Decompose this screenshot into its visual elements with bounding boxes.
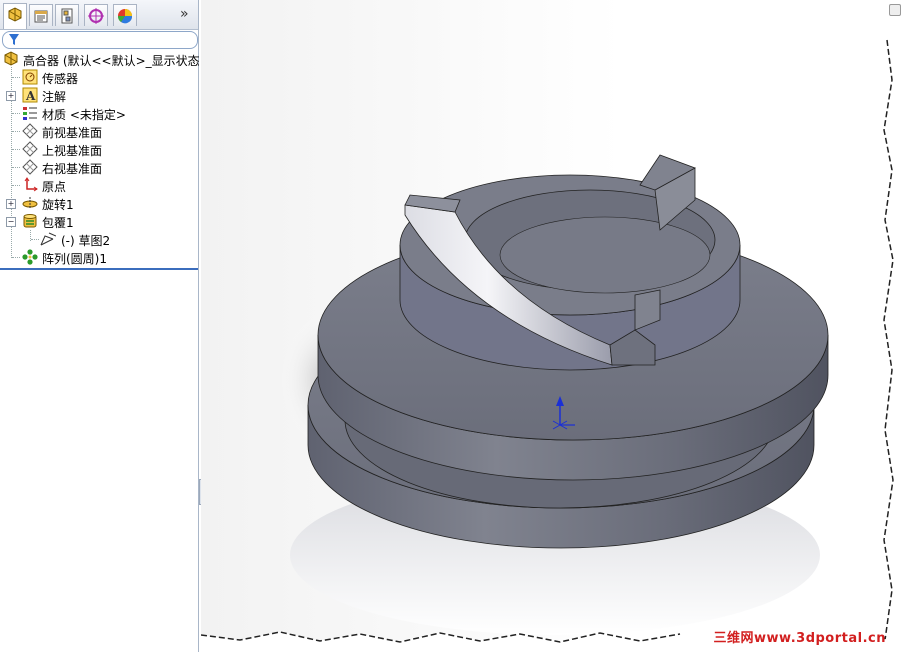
tree-connector — [12, 167, 20, 168]
tree-item-right-plane[interactable]: 右视基准面 — [0, 158, 198, 176]
tree-item-material[interactable]: 材质 <未指定> — [0, 104, 198, 122]
tree-connector — [31, 239, 39, 240]
tree-item-origin[interactable]: 原点 — [0, 176, 198, 194]
tree-connector — [12, 149, 20, 150]
propertymanager-tab[interactable] — [29, 4, 53, 26]
tree-item-label: 上视基准面 — [42, 144, 103, 158]
circular-pattern-icon — [22, 249, 38, 265]
tree-connector — [12, 185, 20, 186]
svg-text:A: A — [25, 89, 36, 103]
filter-icon — [9, 34, 19, 45]
tree-item-wrap1[interactable]: − 包覆1 — [0, 212, 198, 230]
featuremanager-icon — [8, 7, 22, 22]
plane-icon — [22, 141, 38, 157]
tree-item-revolve1[interactable]: + 旋转1 — [0, 194, 198, 212]
display-manager-icon — [117, 9, 133, 24]
tree-item-sketch2[interactable]: (-) 草图2 — [0, 230, 198, 248]
tree-item-label: 阵列(圆周)1 — [42, 252, 107, 266]
collapse-toggle[interactable]: − — [6, 217, 16, 227]
tree-item-label: 前视基准面 — [42, 126, 103, 140]
expand-toggle[interactable]: + — [6, 199, 16, 209]
configurationmanager-icon — [61, 8, 73, 24]
watermark-text: 三维网www.3dportal.cn — [713, 631, 886, 646]
tree-item-label: 原点 — [42, 180, 67, 194]
torn-edge-right — [884, 0, 904, 652]
plane-icon — [22, 123, 38, 139]
material-icon — [23, 107, 37, 120]
model-render — [201, 0, 904, 652]
tree-connector — [12, 257, 20, 258]
feature-manager-panel: » 高合器 (默认<<默认>_显示状态 传感器 + A 注解 材质 <未指定> — [0, 0, 200, 652]
tree-connector — [12, 131, 20, 132]
tree-item-label: 传感器 — [42, 72, 79, 86]
propertymanager-icon — [34, 10, 48, 23]
revolve-icon — [22, 197, 38, 209]
tree-item-top-plane[interactable]: 上视基准面 — [0, 140, 198, 158]
plane-icon — [22, 159, 38, 175]
tree-item-label: 材质 <未指定> — [42, 108, 126, 122]
dimxpert-tab[interactable] — [84, 4, 108, 26]
expand-panel-button[interactable]: » — [180, 6, 189, 22]
dimxpert-icon — [88, 8, 104, 24]
sensor-icon — [22, 69, 38, 85]
tree-item-label: (-) 草图2 — [61, 234, 111, 248]
tree-item-annotations[interactable]: + A 注解 — [0, 86, 198, 104]
sketch-icon — [40, 232, 56, 246]
hub-recess-floor — [499, 216, 711, 294]
annotation-icon: A — [22, 87, 38, 103]
viewport-corner-button[interactable] — [889, 4, 901, 16]
tree-item-label: 包覆1 — [42, 216, 74, 230]
tree-item-label: 注解 — [42, 90, 67, 104]
tree-item-label: 旋转1 — [42, 198, 74, 212]
tree-item-front-plane[interactable]: 前视基准面 — [0, 122, 198, 140]
tree-item-sensors[interactable]: 传感器 — [0, 68, 198, 86]
wrap-icon — [23, 214, 37, 228]
rollback-bar[interactable] — [0, 268, 198, 270]
manager-tab-bar: » — [0, 0, 198, 30]
configurationmanager-tab[interactable] — [55, 4, 79, 26]
tree-item-label: 右视基准面 — [42, 162, 103, 176]
graphics-viewport[interactable]: 三维网www.3dportal.cn — [201, 0, 904, 652]
origin-icon — [24, 177, 38, 192]
tree-root-part[interactable]: 高合器 (默认<<默认>_显示状态 — [0, 50, 200, 68]
tree-connector — [12, 113, 20, 114]
tree-filter-bar[interactable] — [2, 31, 198, 49]
tree-root-label: 高合器 (默认<<默认>_显示状态 — [23, 54, 200, 68]
featuremanager-tab[interactable] — [3, 3, 27, 29]
expand-toggle[interactable]: + — [6, 91, 16, 101]
display-manager-tab[interactable] — [113, 4, 137, 26]
part-icon — [4, 51, 18, 66]
tree-item-circular-pattern1[interactable]: 阵列(圆周)1 — [0, 248, 198, 266]
tree-connector — [12, 77, 20, 78]
